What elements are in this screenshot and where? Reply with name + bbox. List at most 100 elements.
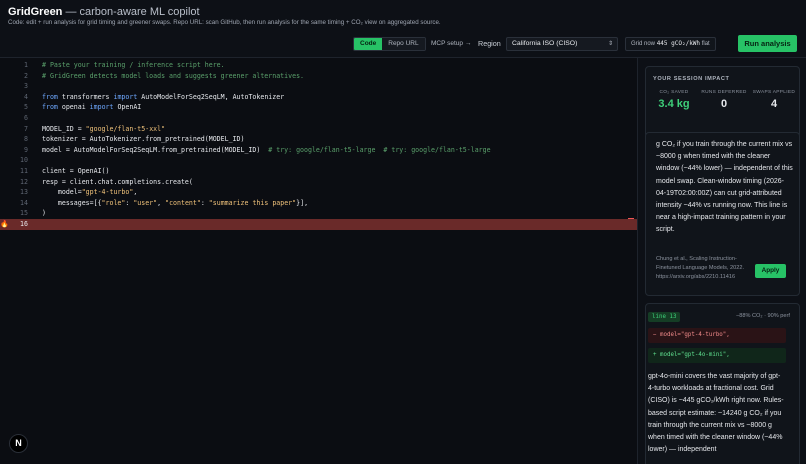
- app-title: GridGreen — carbon-aware ML copilot: [8, 6, 200, 18]
- line-number: 12: [20, 177, 28, 186]
- code-token: }],: [296, 198, 309, 207]
- diff-removed-line: − model="gpt-4-turbo",: [648, 328, 786, 343]
- code-token: model = AutoModelForSeq2SeqLM.from_pretr…: [42, 145, 269, 154]
- code-token: MODEL_ID =: [42, 124, 86, 133]
- line-code: model="gpt-4-turbo",: [42, 187, 137, 198]
- line-number: 13: [20, 188, 28, 197]
- tab-repo-url[interactable]: Repo URL: [382, 38, 425, 50]
- code-token: # Paste your training / inference script…: [42, 61, 225, 69]
- tab-code[interactable]: Code: [354, 38, 383, 50]
- code-token: ): [42, 209, 46, 218]
- code-token: client = OpenAI(): [42, 167, 110, 175]
- line-code: MODEL_ID = "google/flan-t5-xxl": [42, 124, 165, 135]
- code-line[interactable]: 15): [0, 208, 637, 219]
- code-line-highlighted[interactable]: 🔥 16: [0, 219, 637, 230]
- code-token: openai: [57, 103, 90, 112]
- impact-heading: YOUR SESSION IMPACT: [653, 76, 730, 82]
- line-code: resp = client.chat.completions.create(: [42, 177, 193, 188]
- suggestion-text: gpt-4o-mini covers the vast majority of …: [648, 373, 784, 454]
- line-code: # GridGreen detects model loads and sugg…: [42, 71, 304, 82]
- line-number: 7: [24, 124, 28, 133]
- stat-value: 0: [720, 98, 728, 110]
- code-token: OpenAI: [113, 103, 142, 112]
- session-impact-card: YOUR SESSION IMPACT CO₂ SAVED 3.4 kg RUN…: [645, 66, 800, 138]
- code-token: "role": [101, 198, 126, 207]
- line-number: 5: [24, 103, 28, 112]
- line-end-marker: [628, 218, 634, 219]
- code-line[interactable]: 3: [0, 81, 637, 92]
- code-line[interactable]: 14 messages=[{"role": "user", "content":…: [0, 198, 637, 209]
- code-token: import: [89, 103, 114, 112]
- line-code: from transformers import AutoModelForSeq…: [42, 92, 284, 103]
- app-header: GridGreen — carbon-aware ML copilot Code…: [0, 0, 806, 58]
- code-line[interactable]: 6: [0, 113, 637, 124]
- code-line[interactable]: 4 from transformers import AutoModelForSe…: [0, 92, 637, 103]
- line-number: 16: [20, 220, 28, 228]
- code-line[interactable]: 11 client = OpenAI(): [0, 166, 637, 177]
- line-number: 1: [24, 61, 28, 69]
- line-code: messages=[{"role": "user", "content": "s…: [42, 198, 308, 209]
- app-tagline: — carbon-aware ML copilot: [65, 6, 200, 18]
- line-number: 14: [20, 198, 28, 207]
- suggestion-citation: Chung et al., Scaling Instruction-Finetu…: [656, 256, 745, 280]
- line-number: 11: [20, 167, 28, 175]
- code-line[interactable]: 12 resp = client.chat.completions.create(: [0, 177, 637, 188]
- code-line[interactable]: 9 model = AutoModelForSeq2SeqLM.from_pret…: [0, 145, 637, 156]
- code-token: from: [42, 103, 58, 112]
- code-line[interactable]: 5 from openai import OpenAI: [0, 102, 637, 113]
- chevron-updown-icon: ⇕: [607, 41, 613, 47]
- stat-label: RUNS DEFERRED: [701, 90, 747, 95]
- code-token: "google/flan-t5-xxl": [85, 124, 166, 133]
- stat-co2-saved: CO₂ SAVED 3.4 kg: [649, 90, 699, 110]
- region-value: California ISO (CISO): [512, 40, 578, 47]
- suggestions-sidebar[interactable]: YOUR SESSION IMPACT CO₂ SAVED 3.4 kg RUN…: [637, 58, 806, 464]
- apply-button[interactable]: Apply: [755, 264, 786, 278]
- line-number: 15: [20, 209, 28, 218]
- code-token: "user": [133, 198, 158, 207]
- line-code: model = AutoModelForSeq2SeqLM.from_pretr…: [42, 145, 491, 156]
- code-token: # GridGreen detects model loads and sugg…: [42, 71, 305, 80]
- code-editor[interactable]: 1 # Paste your training / inference scrip…: [0, 58, 637, 464]
- app-name: GridGreen: [8, 6, 63, 18]
- code-token: ,: [133, 188, 138, 197]
- code-token: "summarize this paper": [208, 198, 297, 207]
- line-code: from openai import OpenAI: [42, 102, 141, 113]
- code-line[interactable]: 8 tokenizer = AutoTokenizer.from_pretrain…: [0, 134, 637, 145]
- line-number: 3: [24, 82, 28, 91]
- mode-toggle: Code Repo URL: [353, 37, 426, 51]
- code-token: "gpt-4-turbo": [81, 188, 134, 197]
- grid-now-value: 445 gCO₂/kWh: [656, 40, 701, 47]
- code-line[interactable]: 1 # Paste your training / inference scrip…: [0, 60, 637, 71]
- code-token: AutoModelForSeq2SeqLM, AutoTokenizer: [137, 92, 285, 101]
- line-code: tokenizer = AutoTokenizer.from_pretraine…: [42, 134, 244, 145]
- line-number: 10: [20, 156, 28, 165]
- grid-now-trend: flat: [701, 41, 710, 47]
- line-badge[interactable]: line 13: [648, 312, 681, 322]
- region-label: Region: [478, 39, 501, 48]
- stat-value: 3.4 kg: [658, 98, 690, 110]
- line-number: 6: [24, 114, 28, 122]
- suggestion-text: g CO₂ if you train through the current m…: [656, 141, 793, 234]
- code-line[interactable]: 13 model="gpt-4-turbo",: [0, 187, 637, 198]
- code-token: :: [200, 198, 209, 207]
- code-token: import: [113, 92, 138, 101]
- line-number: 4: [24, 92, 28, 101]
- code-line[interactable]: 7 MODEL_ID = "google/flan-t5-xxl": [0, 124, 637, 135]
- code-token: # try: google/flan-t5-large # try: googl…: [268, 145, 491, 154]
- code-line[interactable]: 10: [0, 155, 637, 166]
- grid-now-badge: Grid now 445 gCO₂/kWh flat: [625, 37, 716, 51]
- run-analysis-button[interactable]: Run analysis: [738, 35, 797, 52]
- nextjs-logo-icon[interactable]: N: [9, 434, 28, 453]
- code-line[interactable]: 2 # GridGreen detects model loads and sug…: [0, 71, 637, 82]
- code-token: model=: [42, 188, 82, 197]
- savings-summary: −88% CO₂ · 90% perf: [736, 313, 790, 319]
- code-token: transformers: [57, 92, 114, 101]
- line-number: 2: [24, 71, 28, 80]
- line-code: ): [42, 208, 46, 219]
- code-token: ,: [157, 198, 166, 207]
- mcp-setup-link[interactable]: MCP setup →: [431, 40, 471, 47]
- region-select[interactable]: California ISO (CISO) ⇕: [506, 37, 618, 51]
- grid-now-label: Grid now: [631, 41, 656, 47]
- app-subtitle: Code: edit + run analysis for grid timin…: [8, 19, 441, 26]
- stat-label: SWAPS APPLIED: [752, 90, 796, 95]
